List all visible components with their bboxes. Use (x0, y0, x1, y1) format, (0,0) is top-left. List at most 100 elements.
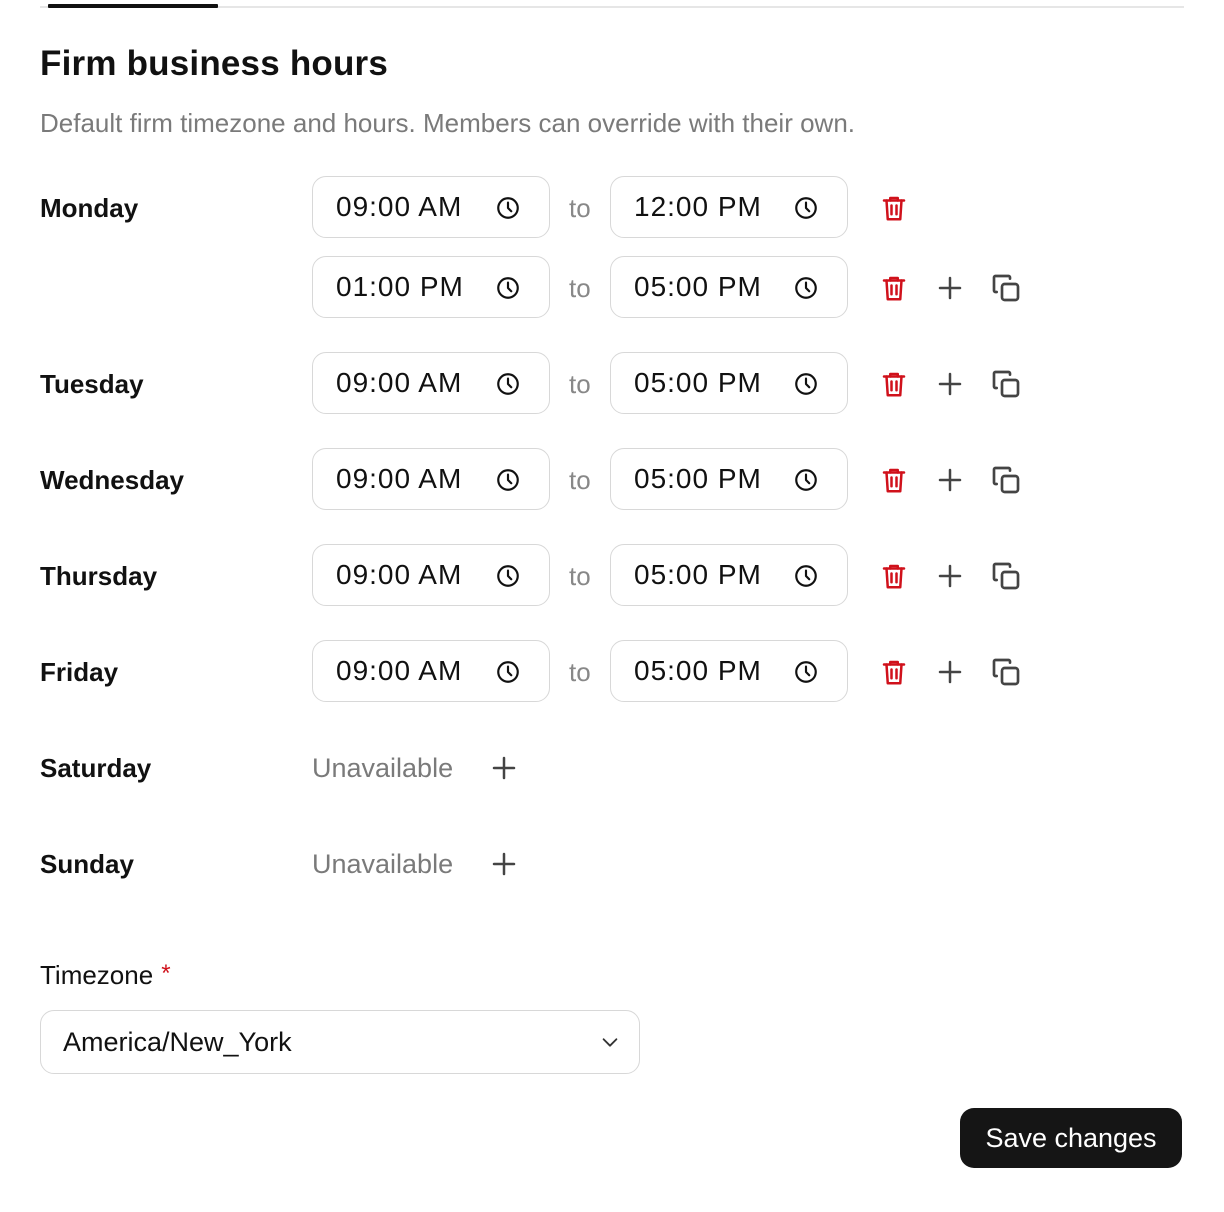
to-separator: to (569, 273, 591, 303)
clock-icon (497, 277, 519, 299)
timezone-select[interactable]: America/New_York (40, 1010, 640, 1074)
clock-icon (497, 373, 519, 395)
clock-icon (497, 565, 519, 587)
delete-slot-button[interactable] (874, 364, 914, 404)
plus-icon (492, 852, 516, 876)
time-value: 09:00 AM (336, 655, 463, 686)
time-value: 01:00 PM (336, 271, 464, 302)
plus-icon (938, 564, 962, 588)
time-value: 09:00 AM (336, 559, 463, 590)
add-time-slot-button[interactable] (484, 844, 524, 884)
add-time-slot-button[interactable] (930, 652, 970, 692)
time-slot: 09:00 AM to 12:00 PM (0, 176, 1224, 240)
clock-icon (795, 197, 817, 219)
day-row-sunday: Sunday Unavailable (0, 832, 1224, 896)
clock-icon (795, 373, 817, 395)
trash-icon (882, 196, 906, 221)
end-time-input[interactable]: 05:00 PM (610, 544, 848, 606)
start-time-input[interactable]: 09:00 AM (312, 352, 550, 414)
day-row-friday: Friday 09:00 AM to 05:00 PM (0, 640, 1224, 704)
time-slot: 09:00 AM to 05:00 PM (0, 640, 1224, 704)
time-value: 05:00 PM (634, 559, 762, 590)
copy-icon (992, 658, 1020, 686)
time-value: 09:00 AM (336, 191, 463, 222)
delete-slot-button[interactable] (874, 652, 914, 692)
unavailable-text: Unavailable (312, 849, 454, 879)
copy-times-button[interactable] (986, 460, 1026, 500)
time-value: 05:00 PM (634, 271, 762, 302)
trash-icon (882, 660, 906, 685)
unavailable-text: Unavailable (312, 753, 454, 783)
day-row-wednesday: Wednesday 09:00 AM to 05:00 PM (0, 448, 1224, 512)
delete-slot-button[interactable] (874, 460, 914, 500)
clock-icon (795, 277, 817, 299)
page-description: Default firm timezone and hours. Members… (40, 108, 856, 138)
add-time-slot-button[interactable] (930, 460, 970, 500)
time-value: 09:00 AM (336, 463, 463, 494)
delete-slot-button[interactable] (874, 188, 914, 228)
required-marker: * (161, 960, 171, 987)
plus-icon (938, 660, 962, 684)
clock-icon (795, 661, 817, 683)
end-time-input[interactable]: 05:00 PM (610, 352, 848, 414)
start-time-input[interactable]: 09:00 AM (312, 640, 550, 702)
unavailable-slot: Unavailable (0, 832, 1224, 896)
end-time-input[interactable]: 05:00 PM (610, 256, 848, 318)
start-time-input[interactable]: 09:00 AM (312, 176, 550, 238)
time-slot: 09:00 AM to 05:00 PM (0, 448, 1224, 512)
delete-slot-button[interactable] (874, 556, 914, 596)
time-slot: 09:00 AM to 05:00 PM (0, 544, 1224, 608)
day-row-thursday: Thursday 09:00 AM to 05:00 PM (0, 544, 1224, 608)
copy-icon (992, 466, 1020, 494)
trash-icon (882, 276, 906, 301)
to-separator: to (569, 561, 591, 591)
copy-times-button[interactable] (986, 268, 1026, 308)
time-value: 05:00 PM (634, 367, 762, 398)
active-tab-indicator (48, 4, 218, 8)
end-time-input[interactable]: 05:00 PM (610, 448, 848, 510)
time-value: 12:00 PM (634, 191, 762, 222)
timezone-label-text: Timezone (40, 960, 154, 990)
copy-icon (992, 562, 1020, 590)
copy-times-button[interactable] (986, 556, 1026, 596)
clock-icon (497, 197, 519, 219)
to-separator: to (569, 193, 591, 223)
to-separator: to (569, 369, 591, 399)
time-slot: 09:00 AM to 05:00 PM (0, 352, 1224, 416)
start-time-input[interactable]: 09:00 AM (312, 544, 550, 606)
chevron-down-icon (602, 1038, 618, 1047)
day-row-saturday: Saturday Unavailable (0, 736, 1224, 800)
copy-icon (992, 274, 1020, 302)
end-time-input[interactable]: 12:00 PM (610, 176, 848, 238)
clock-icon (795, 469, 817, 491)
day-row-monday: Monday 09:00 AM to 12:00 PM 01:00 PM to 05:00 … (0, 176, 1224, 320)
add-time-slot-button[interactable] (930, 556, 970, 596)
plus-icon (938, 372, 962, 396)
to-separator: to (569, 465, 591, 495)
start-time-input[interactable]: 09:00 AM (312, 448, 550, 510)
clock-icon (497, 661, 519, 683)
delete-slot-button[interactable] (874, 268, 914, 308)
plus-icon (938, 276, 962, 300)
add-time-slot-button[interactable] (484, 748, 524, 788)
start-time-input[interactable]: 01:00 PM (312, 256, 550, 318)
time-value: 05:00 PM (634, 463, 762, 494)
copy-times-button[interactable] (986, 364, 1026, 404)
time-value: 09:00 AM (336, 367, 463, 398)
timezone-label: Timezone * (40, 960, 171, 991)
timezone-value: America/New_York (63, 1027, 292, 1057)
page-title: Firm business hours (40, 44, 389, 83)
to-separator: to (569, 657, 591, 687)
add-time-slot-button[interactable] (930, 268, 970, 308)
trash-icon (882, 468, 906, 493)
trash-icon (882, 372, 906, 397)
end-time-input[interactable]: 05:00 PM (610, 640, 848, 702)
time-value: 05:00 PM (634, 655, 762, 686)
unavailable-slot: Unavailable (0, 736, 1224, 800)
time-slot: 01:00 PM to 05:00 PM (0, 256, 1224, 320)
save-button[interactable]: Save changes (960, 1108, 1182, 1168)
clock-icon (795, 565, 817, 587)
copy-icon (992, 370, 1020, 398)
add-time-slot-button[interactable] (930, 364, 970, 404)
copy-times-button[interactable] (986, 652, 1026, 692)
